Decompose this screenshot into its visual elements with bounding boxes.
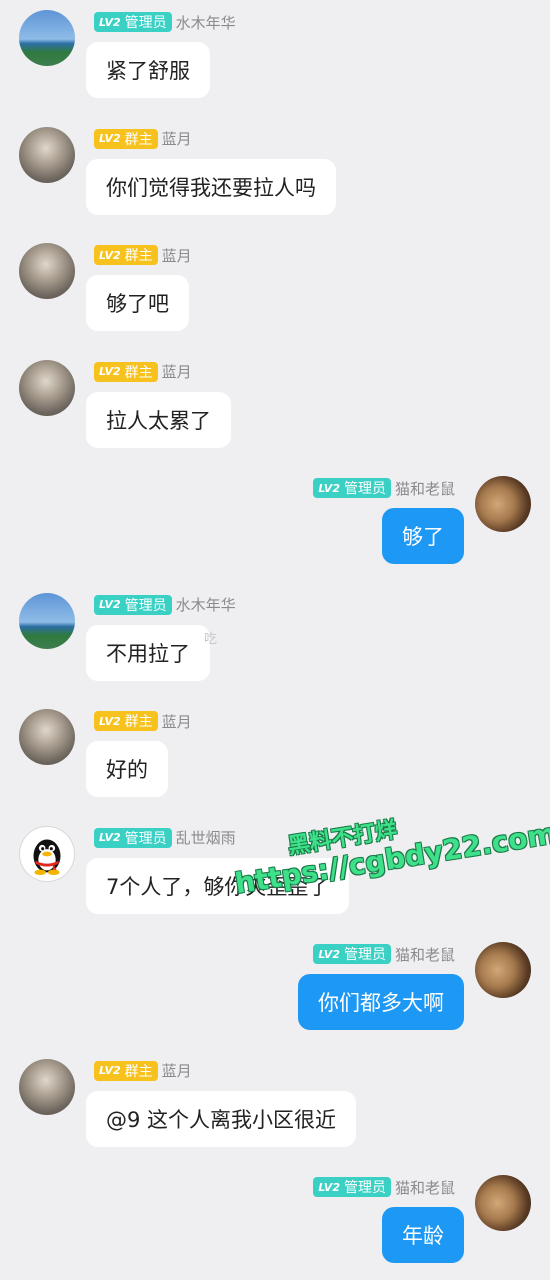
level-label: LV2 (318, 947, 340, 961)
sender-meta: LV2 群主 蓝月 (94, 361, 192, 383)
chat-message: LV2 群主 蓝月 @9 这个人离我小区很近 (0, 1049, 550, 1164)
sender-nickname[interactable]: 猫和老鼠 (395, 944, 455, 965)
level-label: LV2 (99, 714, 121, 728)
message-bubble[interactable]: 好的 (86, 741, 168, 797)
sender-meta: LV2 管理员 猫和老鼠 (313, 1176, 455, 1198)
sender-meta: LV2 群主 蓝月 (94, 244, 192, 266)
role-badge: LV2 群主 (94, 245, 158, 265)
role-badge: LV2 群主 (94, 711, 158, 731)
cat-avatar[interactable] (475, 1175, 531, 1231)
level-label: LV2 (99, 365, 121, 378)
chat-message-list[interactable]: LV2 管理员 水木年华 紧了舒服 LV2 群主 蓝月 你们觉得我还要拉人吗 LV2 群主 蓝月 够了… (0, 0, 550, 1280)
sender-nickname[interactable]: 乱世烟雨 (176, 827, 236, 848)
faint-background-glyph: 吃 (204, 632, 218, 647)
girl-avatar[interactable] (19, 126, 75, 183)
role-badge: LV2 群主 (94, 361, 158, 382)
chat-message: LV2 群主 蓝月拉人太累了 (0, 350, 550, 465)
cat-avatar[interactable] (475, 476, 531, 532)
chat-message: LV2 管理员 猫和老鼠够了 (0, 466, 550, 581)
girl-avatar[interactable] (19, 243, 75, 299)
sender-nickname[interactable]: 水木年华 (176, 594, 236, 615)
sender-meta: LV2 管理员 乱世烟雨 (94, 827, 236, 849)
level-label: LV2 (99, 598, 121, 611)
girl-avatar[interactable] (19, 1058, 75, 1115)
role-label: 群主 (124, 131, 153, 148)
level-label: LV2 (318, 1180, 340, 1194)
level-label: LV2 (99, 248, 121, 262)
sender-meta: LV2 群主 蓝月 (94, 1060, 192, 1082)
role-label: 管理员 (124, 15, 167, 31)
sender-nickname[interactable]: 猫和老鼠 (395, 478, 455, 499)
sender-nickname[interactable]: 水木年华 (176, 12, 236, 33)
role-badge: LV2 管理员 (313, 1177, 391, 1197)
role-badge: LV2 管理员 (313, 478, 391, 498)
sender-meta: LV2 管理员 猫和老鼠 (313, 477, 455, 499)
role-label: 群主 (124, 248, 153, 264)
message-bubble[interactable]: 够了 (382, 508, 464, 564)
sender-meta: LV2 管理员 猫和老鼠 (313, 943, 455, 965)
role-label: 群主 (124, 1063, 153, 1080)
chat-message: LV2 管理员 猫和老鼠你们都多大啊 (0, 932, 550, 1047)
role-label: 管理员 (343, 947, 386, 963)
sender-nickname[interactable]: 蓝月 (162, 711, 192, 732)
role-label: 管理员 (343, 1180, 386, 1196)
sender-nickname[interactable]: 蓝月 (162, 1060, 192, 1081)
chat-message: LV2 群主 蓝月够了吧 (0, 233, 550, 348)
chat-message: LV2 群主 蓝月你们觉得我还要拉人吗 (0, 117, 550, 232)
sender-meta: LV2 群主 蓝月 (94, 710, 192, 732)
level-label: LV2 (99, 132, 121, 145)
sender-nickname[interactable]: 蓝月 (162, 128, 192, 149)
sky-avatar[interactable] (19, 10, 75, 66)
chat-message: LV2 管理员 猫和老鼠年龄 (0, 1165, 550, 1280)
message-bubble[interactable]: @9 这个人离我小区很近 (86, 1090, 357, 1147)
chat-message: LV2 管理员 乱世烟雨 7个人了，够你爽歪歪了 (0, 816, 550, 931)
role-label: 管理员 (124, 597, 167, 614)
sender-meta: LV2 群主 蓝月 (94, 128, 192, 150)
role-badge: LV2 管理员 (313, 944, 391, 964)
girl-avatar[interactable] (19, 359, 75, 416)
sender-nickname[interactable]: 蓝月 (162, 245, 192, 266)
sender-nickname[interactable]: 蓝月 (162, 361, 192, 382)
sender-meta: LV2 管理员 水木年华 (94, 594, 236, 616)
role-label: 群主 (124, 364, 153, 381)
sender-meta: LV2 管理员 水木年华 (94, 11, 236, 33)
chat-message: LV2 群主 蓝月好的 (0, 699, 550, 814)
cat-avatar[interactable] (475, 942, 531, 998)
chat-message: LV2 管理员 水木年华不用拉了 (0, 583, 550, 698)
level-label: LV2 (318, 481, 340, 495)
sky-avatar[interactable] (19, 592, 75, 649)
message-bubble[interactable]: 你们觉得我还要拉人吗 (86, 158, 336, 215)
role-badge: LV2 管理员 (94, 12, 172, 32)
girl-avatar[interactable] (19, 709, 75, 765)
role-badge: LV2 群主 (94, 1060, 158, 1081)
role-label: 管理员 (124, 830, 167, 847)
role-label: 管理员 (343, 481, 386, 497)
level-label: LV2 (99, 15, 121, 29)
sender-nickname[interactable]: 猫和老鼠 (395, 1177, 455, 1198)
message-bubble[interactable]: 年龄 (382, 1207, 464, 1263)
message-bubble[interactable]: 不用拉了 (86, 624, 210, 681)
role-badge: LV2 管理员 (94, 594, 172, 615)
level-label: LV2 (99, 1064, 121, 1077)
role-label: 群主 (124, 714, 153, 730)
chat-message: LV2 管理员 水木年华紧了舒服 (0, 0, 550, 115)
message-bubble[interactable]: 拉人太累了 (86, 391, 231, 448)
message-bubble[interactable]: 紧了舒服 (86, 42, 210, 98)
message-bubble[interactable]: 够了吧 (86, 275, 189, 331)
qq-penguin-avatar[interactable] (19, 825, 75, 882)
role-badge: LV2 群主 (94, 128, 158, 149)
level-label: LV2 (99, 831, 121, 844)
message-bubble[interactable]: 你们都多大啊 (298, 974, 464, 1030)
message-bubble[interactable]: 7个人了，够你爽歪歪了 (86, 857, 350, 914)
role-badge: LV2 管理员 (94, 827, 172, 848)
